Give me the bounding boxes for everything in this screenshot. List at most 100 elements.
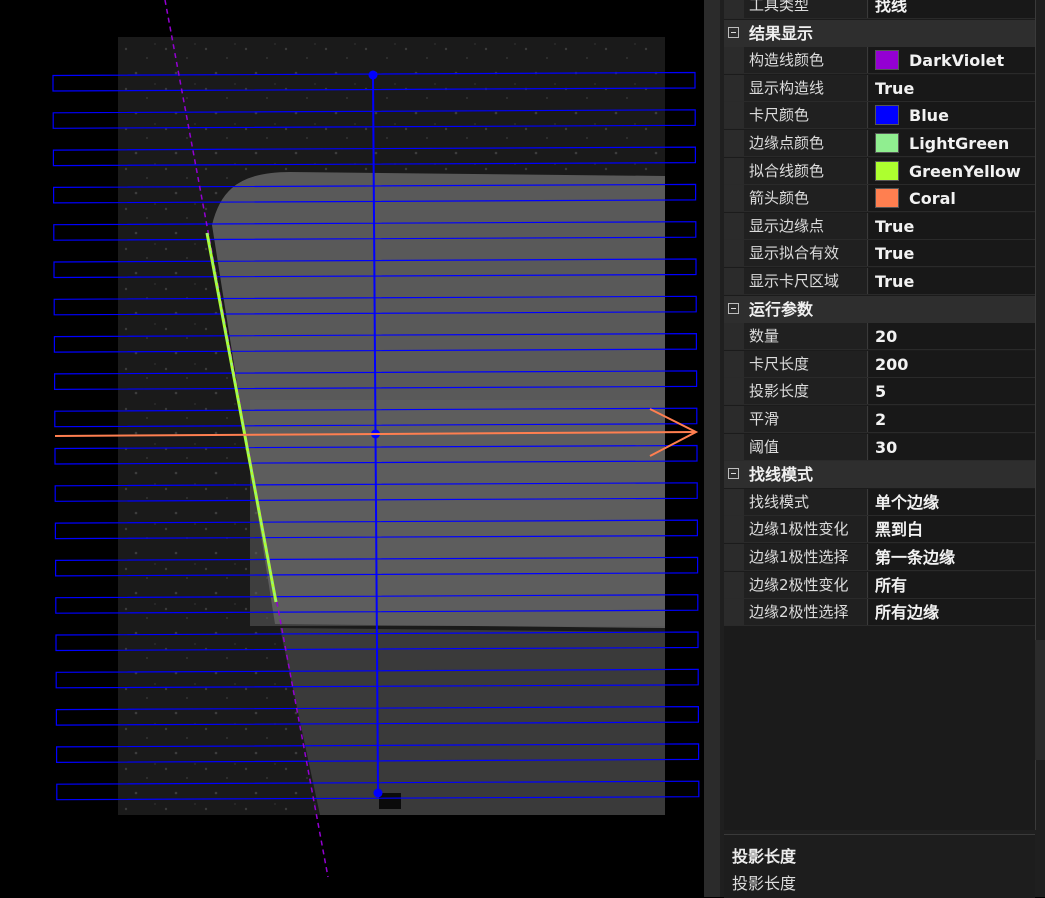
help-pane: 投影长度 投影长度 (724, 834, 1035, 898)
image-view[interactable] (0, 0, 704, 897)
property-value[interactable]: GreenYellow (869, 157, 1035, 184)
property-name: 找线模式 (744, 488, 868, 515)
category-header[interactable]: 运行参数 (724, 295, 1035, 323)
row-margin (724, 240, 744, 267)
property-value[interactable]: 所有边缘 (869, 599, 1035, 626)
row-margin (724, 378, 744, 405)
row-margin (724, 130, 744, 156)
property-row[interactable]: 边缘1极性选择 第一条边缘 (724, 544, 1035, 571)
property-value[interactable]: 20 (869, 323, 1035, 350)
property-row[interactable]: 卡尺颜色 Blue (724, 102, 1035, 130)
row-margin (724, 74, 744, 101)
property-name: 构造线颜色 (744, 47, 868, 74)
property-row[interactable]: 找线模式 单个边缘 (724, 488, 1035, 516)
property-value[interactable]: 5 (869, 378, 1035, 405)
property-value[interactable]: 30 (869, 433, 1035, 460)
property-row[interactable]: 卡尺长度 200 (724, 350, 1035, 378)
property-value[interactable]: 第一条边缘 (869, 544, 1035, 570)
property-row[interactable]: 显示拟合有效 True (724, 240, 1035, 268)
property-name: 边缘点颜色 (744, 130, 868, 156)
property-name: 投影长度 (744, 378, 868, 405)
property-value[interactable]: True (869, 268, 1035, 294)
row-margin (724, 102, 744, 129)
property-value[interactable]: 找线 (869, 0, 1035, 18)
color-swatch (875, 133, 899, 153)
property-row[interactable]: 显示卡尺区域 True (724, 268, 1035, 295)
caliper-handle-bottom[interactable] (373, 788, 383, 798)
property-row[interactable]: 构造线颜色 DarkViolet (724, 47, 1035, 75)
property-value-text: Blue (909, 106, 949, 126)
property-name: 边缘2极性选择 (744, 599, 868, 626)
property-panel: 工具类型 找线结果显示构造线颜色 DarkViolet 显示构造线 True 卡尺颜色 Bl… (720, 0, 1045, 898)
property-name: 显示拟合有效 (744, 240, 868, 267)
property-row[interactable]: 平滑 2 (724, 406, 1035, 433)
row-margin (724, 212, 744, 239)
property-row[interactable]: 边缘1极性变化 黑到白 (724, 516, 1035, 544)
property-row[interactable]: 箭头颜色 Coral (724, 185, 1035, 213)
collapse-icon[interactable] (728, 26, 739, 38)
property-name: 拟合线颜色 (744, 157, 868, 184)
property-name: 显示卡尺区域 (744, 268, 868, 294)
property-grid: 工具类型 找线结果显示构造线颜色 DarkViolet 显示构造线 True 卡尺颜色 Bl… (724, 0, 1036, 830)
row-margin (724, 433, 744, 460)
property-value-text: 20 (875, 327, 898, 347)
property-name: 数量 (744, 323, 868, 350)
property-value[interactable]: Blue (869, 102, 1035, 129)
row-margin (724, 544, 744, 570)
category-title: 找线模式 (749, 465, 814, 485)
property-value-text: 所有 (875, 575, 908, 595)
property-row[interactable]: 投影长度 5 (724, 378, 1035, 406)
row-margin (724, 47, 744, 74)
collapse-icon[interactable] (728, 468, 739, 480)
row-margin (724, 268, 744, 294)
property-name: 阈值 (744, 433, 868, 460)
property-name: 边缘1极性选择 (744, 544, 868, 570)
property-row[interactable]: 边缘2极性变化 所有 (724, 571, 1035, 599)
property-value-text: GreenYellow (909, 161, 1021, 181)
property-value[interactable]: True (869, 212, 1035, 239)
property-value[interactable]: 单个边缘 (869, 488, 1035, 515)
property-value[interactable]: 200 (869, 350, 1035, 377)
property-value[interactable]: DarkViolet (869, 47, 1035, 74)
category-header[interactable]: 找线模式 (724, 461, 1035, 489)
collapse-icon[interactable] (728, 302, 739, 314)
row-margin (724, 323, 744, 350)
property-row[interactable]: 显示边缘点 True (724, 212, 1035, 240)
property-row[interactable]: 边缘2极性选择 所有边缘 (724, 599, 1035, 627)
property-row[interactable]: 拟合线颜色 GreenYellow (724, 157, 1035, 185)
scrollbar[interactable] (1035, 640, 1045, 760)
row-margin (724, 516, 744, 543)
property-value[interactable]: Coral (869, 185, 1035, 212)
property-name: 卡尺长度 (744, 350, 868, 377)
property-value[interactable]: LightGreen (869, 130, 1035, 156)
property-value[interactable]: 2 (869, 406, 1035, 432)
row-margin (724, 488, 744, 515)
image-canvas[interactable] (0, 0, 704, 897)
property-name: 平滑 (744, 406, 868, 432)
property-value-text: 30 (875, 437, 898, 457)
row-margin (724, 0, 744, 18)
property-value[interactable]: True (869, 74, 1035, 101)
property-value[interactable]: 黑到白 (869, 516, 1035, 543)
property-row[interactable]: 数量 20 (724, 323, 1035, 351)
color-swatch (875, 160, 899, 181)
dark-mark (379, 793, 401, 809)
property-value[interactable]: 所有 (869, 571, 1035, 598)
category-title: 运行参数 (749, 299, 814, 319)
property-row[interactable]: 显示构造线 True (724, 74, 1035, 102)
category-header[interactable]: 结果显示 (724, 19, 1035, 47)
property-value-text: True (875, 244, 915, 264)
row-margin (724, 406, 744, 432)
property-value-text: LightGreen (909, 134, 1010, 153)
property-row[interactable]: 工具类型 找线 (724, 0, 1035, 19)
panel-splitter[interactable] (704, 0, 720, 897)
property-value[interactable]: True (869, 240, 1035, 267)
property-value-text: 单个边缘 (875, 492, 940, 512)
caliper-handle-top[interactable] (368, 70, 378, 80)
property-value-text: 第一条边缘 (875, 548, 956, 567)
property-row[interactable]: 阈值 30 (724, 433, 1035, 461)
property-row[interactable]: 边缘点颜色 LightGreen (724, 130, 1035, 157)
property-value-text: DarkViolet (909, 51, 1005, 71)
property-value-text: True (875, 216, 915, 236)
category-title: 结果显示 (749, 23, 814, 43)
